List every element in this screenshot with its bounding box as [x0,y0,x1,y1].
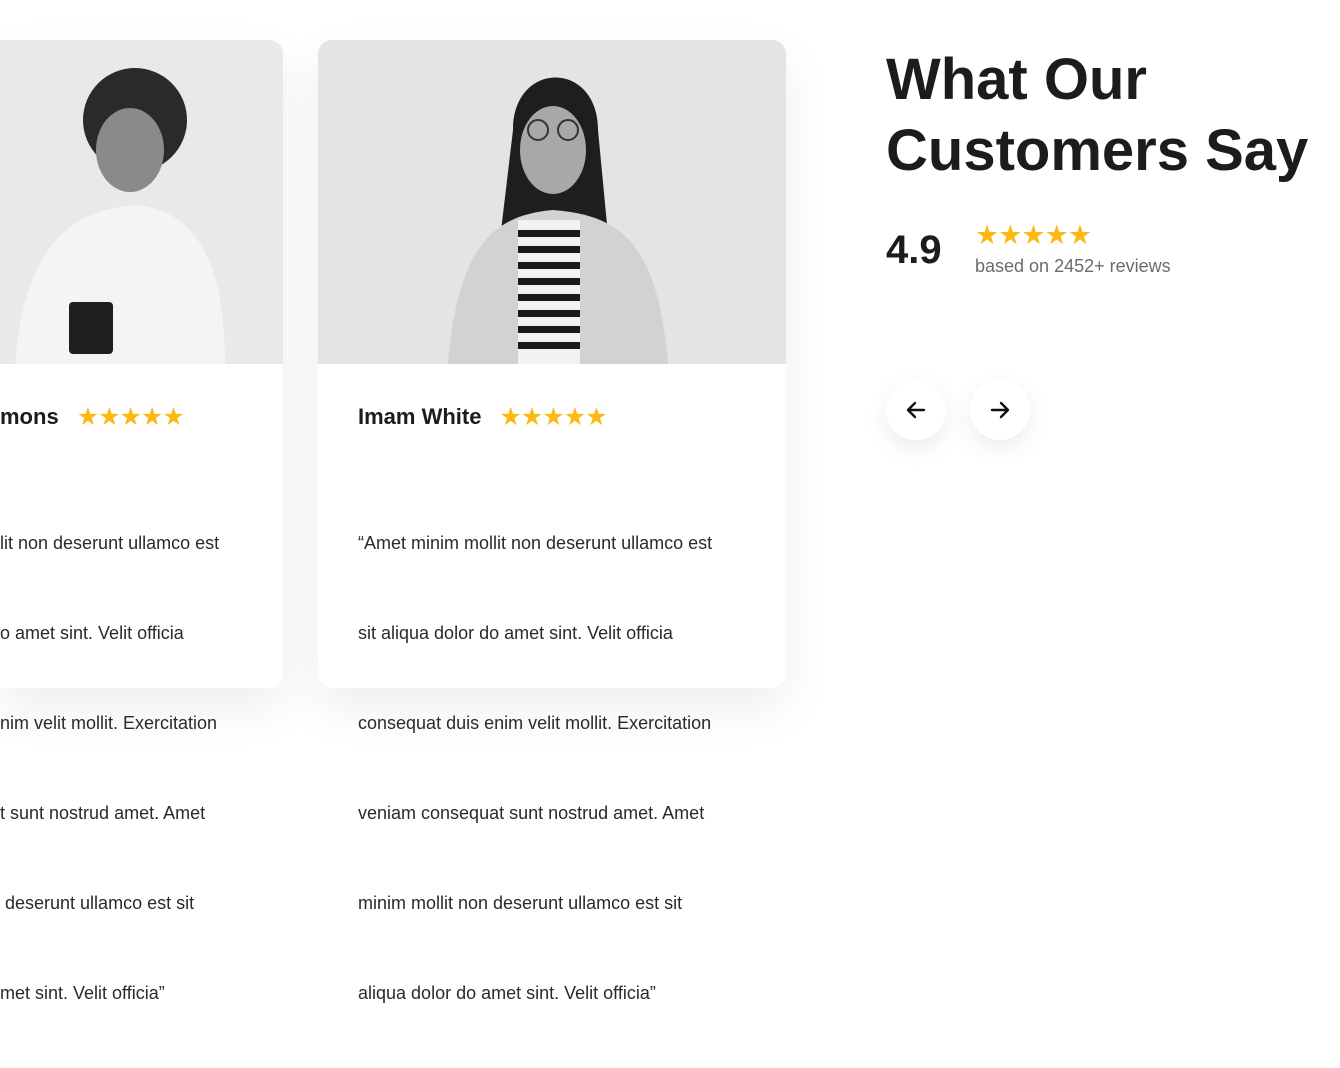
title-line: Customers Say [886,118,1309,183]
testimonial-quote: “Amet minim mollit non deserunt ullamco … [358,468,712,1068]
testimonial-card: Imam White ★★★★★ “Amet minim mollit non … [318,40,786,1003]
arrow-left-icon [906,401,926,419]
quote-line: minim mollit non deserunt ullamco est si… [358,893,683,913]
review-count: based on 2452+ reviews [975,256,1171,276]
star-rating-icon: ★★★★★ [499,402,607,431]
quote-line: lit non deserunt ullamco est [0,533,220,553]
next-button[interactable] [970,380,1030,440]
quote-line: nim velit mollit. Exercitation [0,713,218,733]
customer-photo [318,40,786,364]
quote-line: met sint. Velit officia” [0,983,165,1003]
testimonial-quote: lit non deserunt ullamco est o amet sint… [0,468,219,1068]
quote-line: consequat duis enim velit mollit. Exerci… [358,713,712,733]
section-title: What Our Customers Say [886,44,1308,186]
arrow-right-icon [990,401,1010,419]
testimonial-card: mons ★★★★★ lit non deserunt ullamco est … [0,40,283,1003]
quote-line: deserunt ullamco est sit [0,893,195,913]
quote-line: aliqua dolor do amet sint. Velit officia… [358,983,656,1003]
quote-line: o amet sint. Velit officia [0,623,184,643]
quote-line: sit aliqua dolor do amet sint. Velit off… [358,623,673,643]
previous-button[interactable] [886,380,946,440]
customer-name: mons [0,404,59,429]
title-line: What Our [886,47,1147,112]
quote-line: “Amet minim mollit non deserunt ullamco … [358,533,713,553]
customer-name: Imam White [358,404,482,429]
quote-line: t sunt nostrud amet. Amet [0,803,206,823]
customer-photo [0,40,283,364]
average-rating: 4.9 [886,228,942,272]
quote-line: veniam consequat sunt nostrud amet. Amet [358,803,705,823]
star-rating-icon: ★★★★★ [975,220,1092,250]
star-rating-icon: ★★★★★ [76,402,185,431]
